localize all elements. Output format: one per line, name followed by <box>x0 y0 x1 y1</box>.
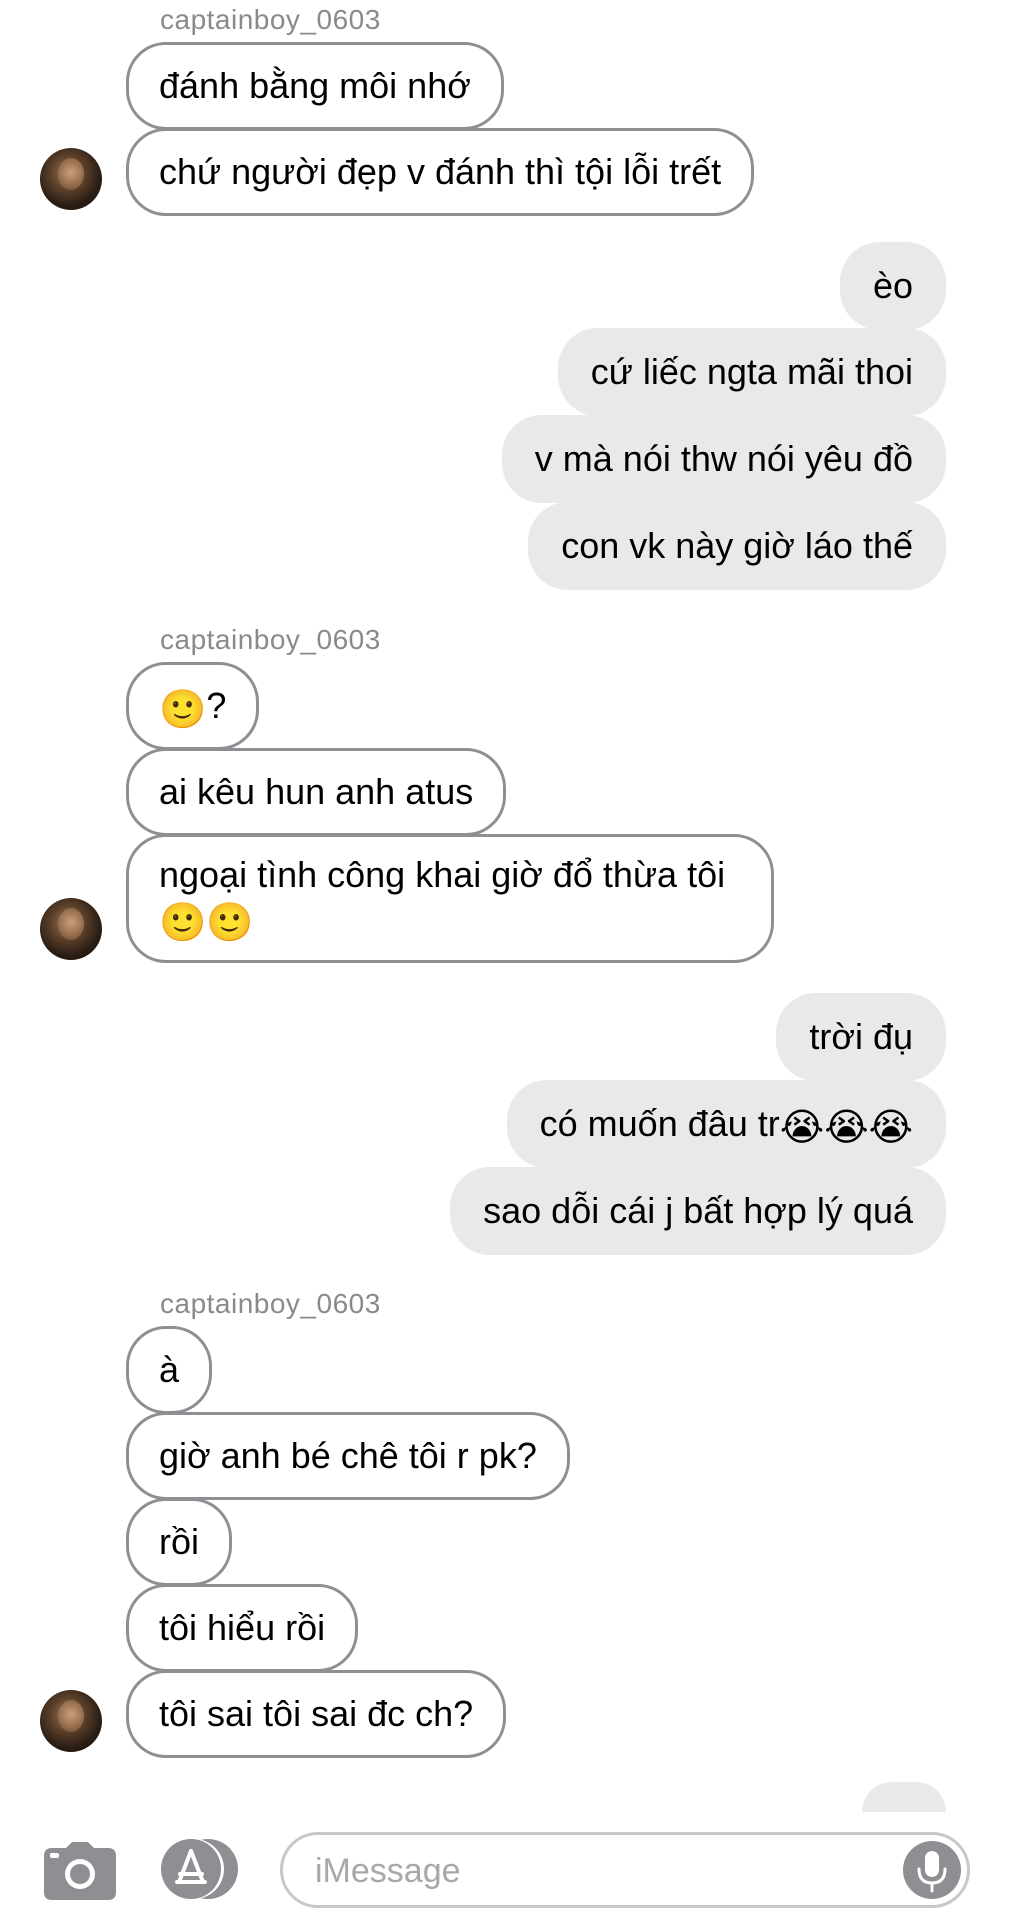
outgoing-message-bubble-partial[interactable] <box>862 1782 946 1812</box>
sender-name: captainboy_0603 <box>160 1288 381 1319</box>
microphone-button[interactable] <box>903 1841 961 1899</box>
incoming-message-bubble[interactable]: 🙂? <box>126 662 260 750</box>
camera-icon <box>44 1842 116 1900</box>
incoming-message-bubble[interactable]: tôi hiểu rồi <box>126 1584 359 1672</box>
contact-avatar[interactable] <box>40 148 102 210</box>
incoming-message-bubble[interactable]: ai kêu hun anh atus <box>126 748 507 836</box>
microphone-icon <box>917 1851 947 1893</box>
app-store-icon <box>161 1839 238 1899</box>
message-text: ngoại tình công khai giờ đổ thừa tôi <box>159 854 726 895</box>
outgoing-message-bubble[interactable]: v mà nói thw nói yêu đồ <box>501 415 946 503</box>
message-thread[interactable]: captainboy_0603 đánh bằng môi nhớ chứ ng… <box>0 0 1010 1812</box>
outgoing-message-bubble[interactable]: con vk này giờ láo thế <box>528 502 946 590</box>
loudly-crying-face-emoji: 😭 <box>868 1107 913 1149</box>
incoming-message-bubble[interactable]: đánh bằng môi nhớ <box>126 42 504 130</box>
message-text: ? <box>206 685 227 726</box>
message-text: có muốn đâu tr <box>539 1103 780 1144</box>
incoming-message-bubble[interactable]: chứ người đẹp v đánh thì tội lỗi trết <box>126 128 755 216</box>
slightly-smiling-face-emoji: 🙂 <box>159 902 207 944</box>
outgoing-message-bubble[interactable]: sao dỗi cái j bất hợp lý quá <box>450 1167 946 1255</box>
outgoing-message-bubble[interactable]: có muốn đâu tr😭😭😭 <box>506 1080 946 1168</box>
incoming-message-bubble[interactable]: tôi sai tôi sai đc ch? <box>126 1670 507 1758</box>
sender-name: captainboy_0603 <box>160 4 381 35</box>
camera-button[interactable] <box>44 1842 116 1900</box>
loudly-crying-face-emoji: 😭 <box>779 1107 825 1149</box>
imessage-field[interactable] <box>280 1832 970 1908</box>
outgoing-message-bubble[interactable]: cứ liếc ngta mãi thoi <box>557 328 946 416</box>
slightly-smiling-face-emoji: 🙂 <box>159 689 207 731</box>
message-input-bar <box>0 1812 1010 1920</box>
outgoing-message-bubble[interactable]: trời đụ <box>776 993 946 1081</box>
incoming-message-bubble[interactable]: à <box>126 1326 213 1414</box>
loudly-crying-face-emoji: 😭 <box>824 1107 869 1149</box>
contact-avatar[interactable] <box>40 898 102 960</box>
sender-name: captainboy_0603 <box>160 624 381 655</box>
contact-avatar[interactable] <box>40 1690 102 1752</box>
outgoing-message-bubble[interactable]: èo <box>839 242 946 330</box>
slightly-smiling-face-emoji: 🙂 <box>206 902 254 944</box>
imessage-input[interactable] <box>313 1845 877 1897</box>
incoming-message-bubble[interactable]: ngoại tình công khai giờ đổ thừa tôi 🙂🙂 <box>126 834 774 963</box>
incoming-message-bubble[interactable]: rồi <box>126 1498 233 1586</box>
incoming-message-bubble[interactable]: giờ anh bé chê tôi r pk? <box>126 1412 570 1500</box>
app-store-button[interactable] <box>160 1838 242 1900</box>
